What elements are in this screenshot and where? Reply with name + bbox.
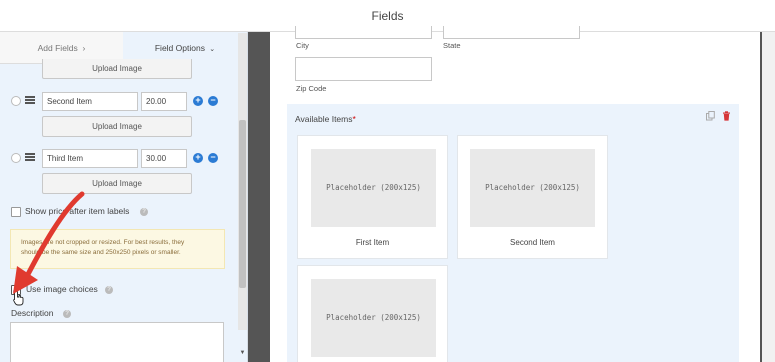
upload-image-label: Upload Image	[92, 179, 142, 188]
city-sublabel: City	[296, 41, 309, 50]
description-textarea[interactable]	[10, 322, 224, 362]
preview-scrollbar[interactable]	[762, 32, 775, 362]
choice-default-radio[interactable]	[11, 96, 21, 106]
scroll-down-arrow-icon[interactable]: ▼	[238, 350, 247, 358]
upload-image-label: Upload Image	[92, 64, 142, 73]
drag-handle-icon[interactable]	[25, 153, 35, 161]
upload-image-button-first[interactable]: Upload Image	[42, 59, 192, 79]
choice-label-input[interactable]: Second Item	[42, 92, 138, 111]
choice-price-input[interactable]: 20.00	[141, 92, 187, 111]
choice-label: Second Item	[510, 238, 555, 247]
chevron-right-icon: ›	[80, 43, 86, 53]
image-placeholder: Placeholder (200x125)	[470, 149, 595, 227]
tab-add-fields-label: Add Fields	[37, 43, 78, 53]
required-marker: *	[352, 114, 356, 124]
drag-handle-icon[interactable]	[25, 96, 35, 104]
image-placeholder: Placeholder (200x125)	[311, 149, 436, 227]
annotation-arrow-icon	[13, 191, 85, 294]
chevron-down-icon: ⌄	[207, 46, 216, 53]
image-placeholder: Placeholder (200x125)	[311, 279, 436, 357]
duplicate-icon[interactable]	[706, 111, 715, 121]
zip-code-sublabel: Zip Code	[296, 84, 327, 93]
choice-label-input[interactable]: Third Item	[42, 149, 138, 168]
add-choice-icon[interactable]: +	[193, 96, 203, 106]
add-choice-icon[interactable]: +	[193, 153, 203, 163]
city-input[interactable]	[295, 26, 432, 39]
description-label: Description	[11, 308, 54, 318]
available-items-label-text: Available Items	[295, 114, 353, 124]
choice-price-input[interactable]: 30.00	[141, 149, 187, 168]
upload-image-button[interactable]: Upload Image	[42, 116, 192, 137]
help-icon[interactable]: ?	[105, 286, 113, 294]
state-input[interactable]	[443, 26, 580, 39]
available-items-label: Available Items*	[295, 114, 356, 124]
panel-scrollbar-thumb[interactable]	[239, 120, 246, 288]
state-sublabel: State	[443, 41, 461, 50]
help-icon[interactable]: ?	[63, 310, 71, 318]
help-icon[interactable]: ?	[140, 208, 148, 216]
page-title: Fields	[371, 9, 404, 23]
remove-choice-icon[interactable]: −	[208, 96, 218, 106]
delete-icon[interactable]	[722, 111, 731, 121]
choice-label: First Item	[355, 238, 390, 247]
choice-default-radio[interactable]	[11, 153, 21, 163]
remove-choice-icon[interactable]: −	[208, 153, 218, 163]
tab-field-options-label: Field Options	[154, 43, 205, 53]
zip-code-input[interactable]	[295, 57, 432, 81]
upload-image-label: Upload Image	[92, 122, 142, 131]
